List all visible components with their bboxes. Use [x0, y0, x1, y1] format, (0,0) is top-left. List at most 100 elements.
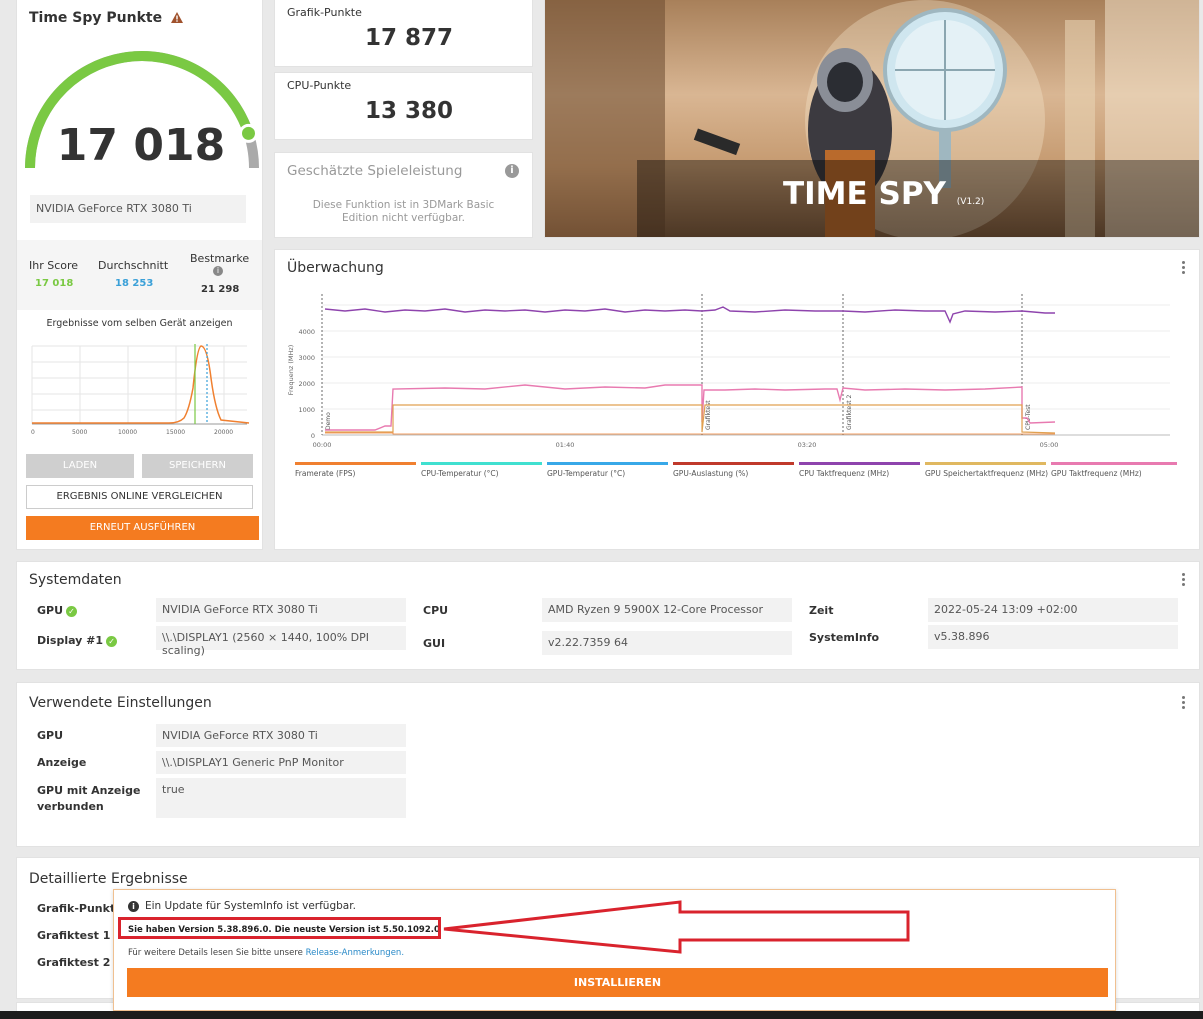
system-data-panel: Systemdaten GPU ✓ NVIDIA GeForce RTX 3080…	[17, 562, 1199, 669]
system-data-title: Systemdaten	[29, 572, 122, 588]
system-time-value: 2022-05-24 13:09 +02:00	[928, 598, 1178, 622]
system-display-label: Display #1 ✓	[37, 634, 118, 647]
legend-gpu-clock[interactable]: GPU Taktfrequenz (MHz)	[1051, 469, 1142, 478]
legend-gpu-load[interactable]: GPU-Auslastung (%)	[673, 469, 748, 478]
y-axis-label: Frequenz (MHz)	[287, 345, 295, 396]
check-icon: ✓	[106, 635, 118, 647]
score-gpu-name: NVIDIA GeForce RTX 3080 Ti	[30, 195, 246, 223]
your-score-value: 17 018	[35, 278, 74, 289]
system-sysinfo-value: v5.38.896	[928, 625, 1178, 649]
system-gui-label: GUI	[423, 637, 446, 650]
marker-label: CPU-Test	[1025, 404, 1032, 430]
legend-swatch	[547, 462, 668, 465]
marker-label: Grafiktest	[705, 400, 712, 430]
legend-cpu-temp[interactable]: CPU-Temperatur (°C)	[421, 469, 499, 478]
legend-gpu-temp[interactable]: GPU-Temperatur (°C)	[547, 469, 625, 478]
settings-connected-value: true	[156, 778, 406, 818]
same-device-link[interactable]: Ergebnisse vom selben Gerät anzeigen	[17, 318, 262, 329]
score-panel: Time Spy Punkte 17 018 NVIDIA GeForce RT…	[17, 0, 262, 549]
system-gui-value: v2.22.7359 64	[542, 631, 792, 655]
estimated-performance-title: Geschätzte Spieleleistung	[287, 163, 463, 179]
settings-display-label: Anzeige	[37, 756, 87, 769]
system-gpu-value: NVIDIA GeForce RTX 3080 Ti	[156, 598, 406, 622]
system-cpu-label: CPU	[423, 604, 449, 617]
graphics-score-card: Grafik-Punkte 17 877	[275, 0, 532, 66]
settings-panel: Verwendete Einstellungen GPU NVIDIA GeFo…	[17, 683, 1199, 846]
legend-swatch	[295, 462, 416, 465]
settings-display-value: \\.\DISPLAY1 Generic PnP Monitor	[156, 751, 406, 774]
average-value: 18 253	[115, 278, 154, 289]
average-label: Durchschnitt	[98, 259, 169, 272]
legend-swatch	[673, 462, 794, 465]
release-notes-link[interactable]: Release-Anmerkungen.	[306, 948, 404, 958]
total-score: 17 018	[56, 120, 226, 171]
legend-swatch	[421, 462, 542, 465]
info-icon: i	[128, 901, 139, 912]
your-score-label: Ihr Score	[29, 259, 79, 272]
best-label: Bestmarke	[190, 252, 250, 265]
info-icon[interactable]: i	[505, 164, 519, 178]
y-tick: 0	[311, 432, 315, 440]
settings-connected-label: GPU mit Anzeige verbunden	[37, 784, 141, 813]
cpu-score-label: CPU-Punkte	[287, 79, 352, 92]
y-tick: 2000	[298, 380, 315, 388]
x-tick: 03:20	[798, 441, 817, 449]
marker-label: Demo	[325, 412, 332, 430]
legend-swatch	[1051, 462, 1177, 465]
install-button[interactable]: INSTALLIEREN	[127, 968, 1108, 997]
detailed-row-label: Grafik-Punkte	[37, 902, 123, 915]
annotation-highlight-box	[118, 917, 441, 939]
detailed-row-label: Grafiktest 2	[37, 956, 111, 969]
hero-banner: TIME SPY (V1.2)	[545, 0, 1199, 237]
legend-cpu-clock[interactable]: CPU Taktfrequenz (MHz)	[799, 469, 889, 478]
annotation-arrow	[443, 900, 910, 954]
y-tick: 1000	[298, 406, 315, 414]
distribution-chart: 0 5000 10000 15000 20000	[31, 344, 250, 436]
release-notes-line: Für weitere Details lesen Sie bitte unse…	[128, 948, 405, 958]
more-options-icon[interactable]	[1182, 573, 1186, 588]
y-tick: 3000	[298, 354, 315, 362]
best-value: 21 298	[201, 284, 240, 295]
system-display-value: \\.\DISPLAY1 (2560 × 1440, 100% DPI scal…	[156, 626, 406, 657]
info-icon[interactable]: i	[213, 266, 223, 276]
system-sysinfo-label: SystemInfo	[809, 631, 880, 644]
x-tick: 01:40	[556, 441, 575, 449]
y-tick: 4000	[298, 328, 315, 336]
dist-tick: 10000	[118, 429, 137, 436]
graphics-score-label: Grafik-Punkte	[287, 6, 362, 19]
legend-fps[interactable]: Framerate (FPS)	[295, 469, 355, 478]
monitoring-panel: Überwachung 0 1000 2000 3000 4000 00:00 …	[275, 250, 1199, 549]
compare-online-button[interactable]: ERGEBNIS ONLINE VERGLEICHEN	[26, 485, 253, 509]
monitoring-title: Überwachung	[287, 260, 384, 276]
hero-title: TIME SPY (V1.2)	[783, 176, 985, 212]
dist-tick: 0	[31, 429, 35, 436]
load-button[interactable]: LADEN	[26, 454, 134, 478]
legend-swatch	[799, 462, 920, 465]
more-options-icon[interactable]	[1182, 261, 1186, 276]
settings-gpu-value: NVIDIA GeForce RTX 3080 Ti	[156, 724, 406, 747]
check-icon: ✓	[66, 605, 78, 617]
fps-series	[325, 432, 1055, 435]
dist-tick: 5000	[72, 429, 87, 436]
save-button[interactable]: SPEICHERN	[142, 454, 253, 478]
more-options-icon[interactable]	[1182, 696, 1186, 711]
legend-swatch	[925, 462, 1046, 465]
x-tick: 05:00	[1040, 441, 1059, 449]
estimated-performance-card: Geschätzte Spieleleistung i Diese Funkti…	[275, 153, 532, 237]
legend-gpu-mem-clock[interactable]: GPU Speichertaktfrequenz (MHz)	[925, 469, 1048, 478]
taskbar	[0, 1011, 1203, 1019]
x-tick: 00:00	[313, 441, 332, 449]
dist-tick: 20000	[214, 429, 233, 436]
system-gpu-label: GPU ✓	[37, 604, 78, 617]
system-cpu-value: AMD Ryzen 9 5900X 12-Core Processor	[542, 598, 792, 622]
marker-label: Grafiktest 2	[846, 395, 853, 430]
cpu-score-value: 13 380	[365, 98, 454, 124]
score-panel-title: Time Spy Punkte	[29, 10, 183, 27]
rerun-button[interactable]: ERNEUT AUSFÜHREN	[26, 516, 259, 540]
dist-tick: 15000	[166, 429, 185, 436]
detailed-results-title: Detaillierte Ergebnisse	[29, 871, 188, 887]
settings-gpu-label: GPU	[37, 729, 64, 742]
graphics-score-value: 17 877	[365, 25, 454, 51]
warning-icon[interactable]	[170, 11, 183, 27]
estimated-performance-message: Diese Funktion ist in 3DMark Basic Editi…	[312, 199, 495, 224]
